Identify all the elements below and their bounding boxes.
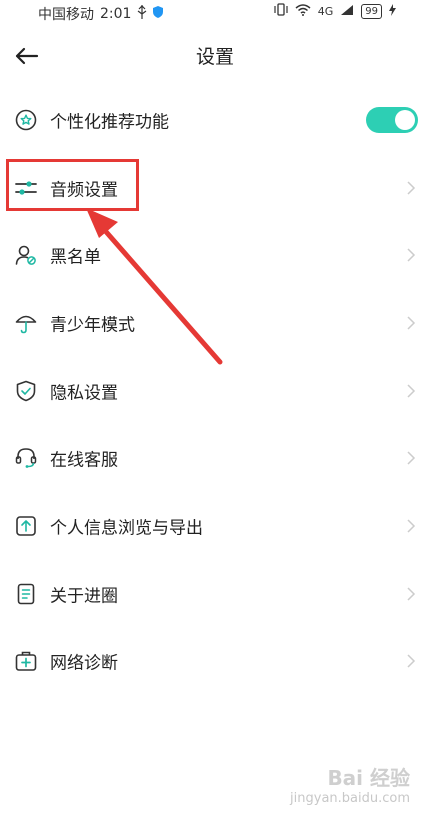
baidu-watermark: Bai 经验 jingyan.baidu.com (290, 762, 410, 806)
network-type: 4G (317, 4, 334, 18)
chevron-right-icon (407, 316, 416, 330)
menu-item-about[interactable]: 关于进圈 (0, 560, 430, 628)
toggle-knob (395, 109, 415, 130)
menu-item-audio-settings[interactable]: 音频设置 (0, 154, 430, 222)
menu-item-online-support[interactable]: 在线客服 (0, 424, 430, 492)
status-time: 2:01 (100, 6, 132, 22)
sliders-icon (14, 176, 38, 200)
menu-item-label: 个性化推荐功能 (50, 112, 169, 133)
watermark-main: Bai 经验 (327, 766, 410, 790)
menu-item-network-diagnosis[interactable]: 网络诊断 (0, 628, 430, 696)
signal-icon (340, 4, 354, 19)
settings-menu: 个性化推荐功能 音频设置 黑名单 青少年模式 隐私设置 在线客服 个人信息浏览与… (0, 86, 430, 695)
menu-item-label: 个人信息浏览与导出 (50, 518, 203, 539)
menu-item-teen-mode[interactable]: 青少年模式 (0, 289, 430, 357)
menu-item-label: 音频设置 (50, 180, 118, 201)
menu-item-personal-info-export[interactable]: 个人信息浏览与导出 (0, 492, 430, 560)
carrier-name: 中国移动 (38, 7, 94, 23)
status-bar: 中国移动 2:01 4G 99 (0, 0, 430, 26)
vibrate-icon (274, 3, 288, 19)
chevron-right-icon (407, 587, 416, 601)
medkit-icon (14, 649, 38, 673)
battery-indicator: 99 (361, 3, 382, 19)
chevron-right-icon (407, 654, 416, 668)
upload-icon (14, 514, 38, 538)
personalized-recommendation-toggle[interactable] (366, 106, 418, 133)
charging-icon (389, 3, 396, 19)
menu-item-personalized-recommendation[interactable]: 个性化推荐功能 (0, 86, 430, 154)
usb-icon (137, 5, 147, 23)
shield-status-icon (153, 6, 164, 22)
menu-item-privacy-settings[interactable]: 隐私设置 (0, 357, 430, 425)
chevron-right-icon (407, 519, 416, 533)
star-circle-icon (14, 108, 38, 132)
chevron-right-icon (407, 451, 416, 465)
umbrella-icon (14, 311, 38, 335)
menu-item-label: 在线客服 (50, 450, 118, 471)
app-header: 设置 (0, 28, 430, 84)
document-icon (14, 582, 38, 606)
shield-check-icon (14, 379, 38, 403)
page-title: 设置 (195, 46, 234, 68)
watermark-sub: jingyan.baidu.com (290, 791, 410, 806)
headset-icon (14, 446, 38, 470)
chevron-right-icon (407, 384, 416, 398)
menu-item-label: 网络诊断 (50, 653, 118, 674)
status-left: 中国移动 2:01 (38, 4, 164, 24)
chevron-right-icon (407, 181, 416, 195)
menu-item-blacklist[interactable]: 黑名单 (0, 221, 430, 289)
user-blocked-icon (14, 243, 38, 267)
menu-item-label: 关于进圈 (50, 586, 118, 607)
menu-item-label: 隐私设置 (50, 383, 118, 404)
wifi-icon (295, 3, 311, 19)
menu-item-label: 黑名单 (50, 247, 101, 268)
status-right: 4G 99 (274, 3, 396, 19)
menu-item-label: 青少年模式 (50, 315, 135, 336)
chevron-right-icon (407, 248, 416, 262)
